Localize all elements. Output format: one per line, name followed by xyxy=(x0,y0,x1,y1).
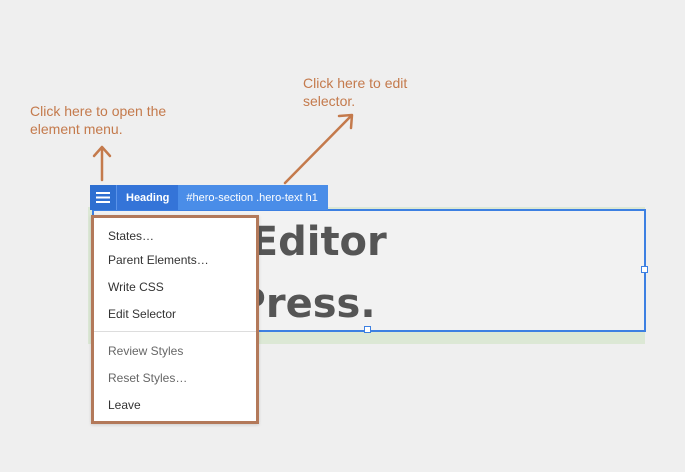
arrow-to-selector-head xyxy=(337,113,354,130)
menu-item-write-css[interactable]: Write CSS xyxy=(108,280,164,294)
annotation-element-menu: Click here to open the element menu. xyxy=(30,103,167,137)
menu-item-reset-styles[interactable]: Reset Styles… xyxy=(108,371,187,385)
arrow-to-selector xyxy=(283,114,353,185)
annotation-edit-selector: Click here to edit selector. xyxy=(303,75,408,109)
menu-divider xyxy=(94,331,256,332)
element-toolbar: Heading #hero-section .hero-text h1 xyxy=(90,185,328,210)
resize-handle-bottom[interactable] xyxy=(364,326,371,333)
arrow-to-menu-head xyxy=(92,145,112,158)
hamburger-icon xyxy=(96,192,110,203)
selector-edit-button[interactable]: #hero-section .hero-text h1 xyxy=(178,185,328,210)
menu-item-states[interactable]: States… xyxy=(108,229,154,243)
element-type-label[interactable]: Heading xyxy=(116,185,179,210)
element-menu-button[interactable] xyxy=(90,185,116,210)
resize-handle-right[interactable] xyxy=(641,266,648,273)
menu-item-leave[interactable]: Leave xyxy=(108,398,141,412)
menu-item-edit-selector[interactable]: Edit Selector xyxy=(108,307,176,321)
menu-item-review-styles[interactable]: Review Styles xyxy=(108,344,183,358)
element-context-menu: States… Parent Elements… Write CSS Edit … xyxy=(91,215,259,424)
menu-item-parent-elements[interactable]: Parent Elements… xyxy=(108,253,209,267)
